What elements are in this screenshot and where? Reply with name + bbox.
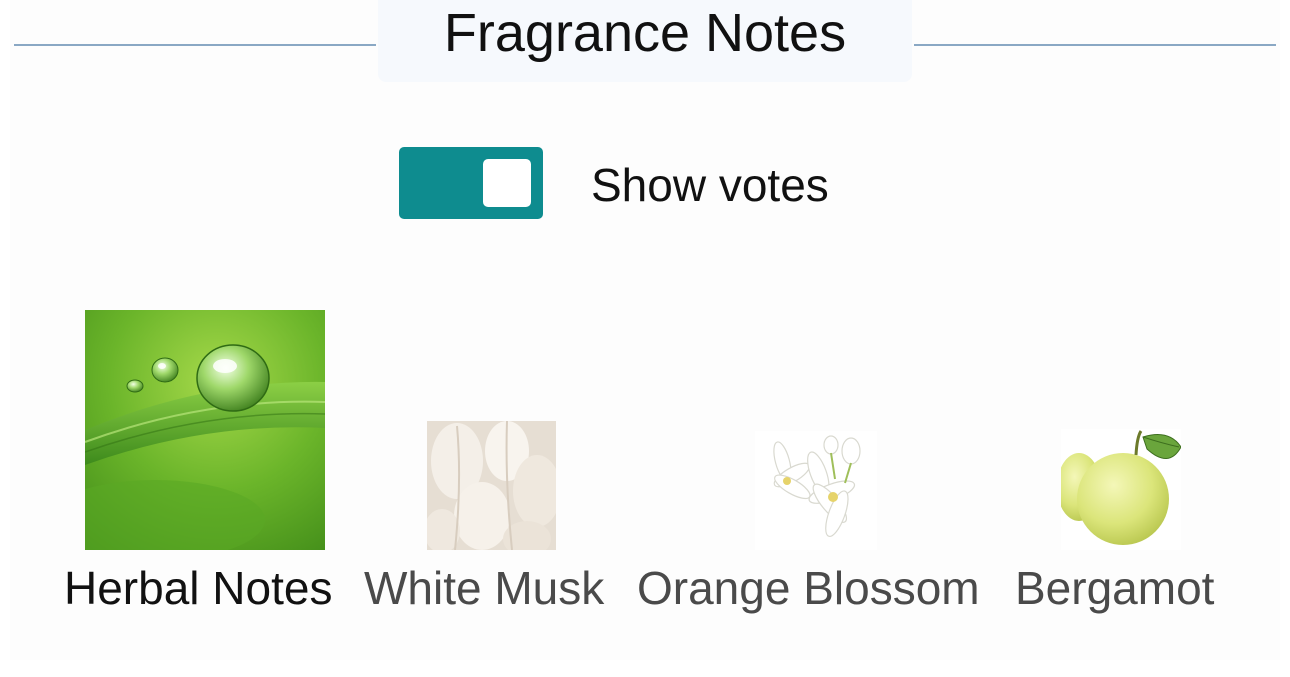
title-divider-left [14,44,376,46]
bergamot-image[interactable] [1061,429,1181,550]
title-divider-right [914,44,1276,46]
herbal-notes-image[interactable] [85,310,325,550]
note-label-orange-blossom[interactable]: Orange Blossom [637,562,980,615]
show-votes-toggle[interactable] [399,147,543,219]
orange-blossom-image[interactable] [755,431,877,550]
section-header: Fragrance Notes [378,0,912,82]
section-title: Fragrance Notes [443,3,847,63]
note-label-herbal-notes[interactable]: Herbal Notes [64,562,332,615]
note-label-bergamot[interactable]: Bergamot [1015,562,1214,615]
note-label-white-musk[interactable]: White Musk [364,562,604,615]
toggle-knob [483,159,531,207]
white-musk-image[interactable] [427,421,556,550]
show-votes-label[interactable]: Show votes [591,158,829,212]
